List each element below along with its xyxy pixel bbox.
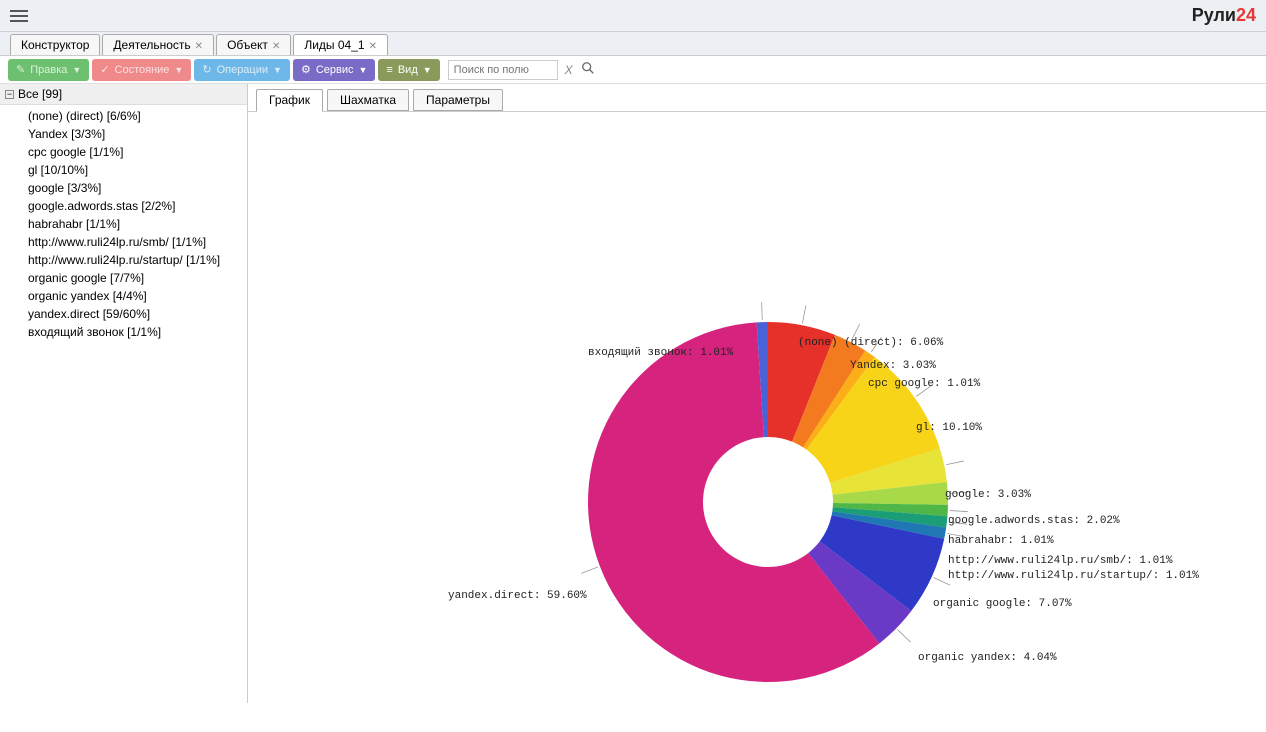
tree-item[interactable]: yandex.direct [59/60%] [28,305,247,323]
close-tab-icon[interactable]: ✕ [195,41,203,52]
chart-label: cpc google: 1.01% [868,378,980,390]
tree-item[interactable]: organic yandex [4/4%] [28,287,247,305]
tree-item[interactable]: google.adwords.stas [2/2%] [28,197,247,215]
service-button[interactable]: ⚙ Сервис ▼ [293,59,375,81]
chart-label: google: 3.03% [945,489,1031,501]
refresh-icon: ↻ [202,63,211,76]
tab-chart[interactable]: График [256,89,323,112]
tree-item[interactable]: http://www.ruli24lp.ru/startup/ [1/1%] [28,251,247,269]
chevron-down-icon: ▼ [174,65,183,75]
chart-label: входящий звонок: 1.01% [588,347,733,359]
gear-icon: ⚙ [301,63,311,76]
tab-0[interactable]: Конструктор [10,34,100,55]
tab-3[interactable]: Лиды 04_1✕ [293,34,388,55]
edit-button[interactable]: ✎ Правка ▼ [8,59,89,81]
operations-button[interactable]: ↻ Операции ▼ [194,59,290,81]
chart-label: organic google: 7.07% [933,598,1072,610]
tree-item[interactable]: http://www.ruli24lp.ru/smb/ [1/1%] [28,233,247,251]
clear-search-icon[interactable]: X [565,63,573,77]
tab-params[interactable]: Параметры [413,89,503,111]
tab-2[interactable]: Объект✕ [216,34,291,55]
tree-item[interactable]: habrahabr [1/1%] [28,215,247,233]
tree-item[interactable]: Yandex [3/3%] [28,125,247,143]
chart-label: Yandex: 3.03% [850,360,936,372]
chevron-down-icon: ▼ [273,65,282,75]
tree-item[interactable]: входящий звонок [1/1%] [28,323,247,341]
tree-item[interactable]: gl [10/10%] [28,161,247,179]
check-icon: ✓ [100,63,109,76]
chevron-down-icon: ▼ [72,65,81,75]
view-button[interactable]: ≡ Вид ▼ [378,59,439,81]
chart-label: organic yandex: 4.04% [918,652,1057,664]
chart-label: http://www.ruli24lp.ru/startup/: 1.01% [948,570,1199,582]
chart-label: yandex.direct: 59.60% [448,590,587,602]
tab-1[interactable]: Деятельность✕ [102,34,214,55]
tree-item[interactable]: cpc google [1/1%] [28,143,247,161]
state-button[interactable]: ✓ Состояние ▼ [92,59,191,81]
chart-label: gl: 10.10% [916,422,982,434]
chart-area: (none) (direct): 6.06% Yandex: 3.03% cpc g… [248,112,1266,703]
tree-root[interactable]: − Все [99] [0,84,247,105]
main-tabs: КонструкторДеятельность✕Объект✕Лиды 04_1… [0,32,1266,56]
toolbar: ✎ Правка ▼ ✓ Состояние ▼ ↻ Операции ▼ ⚙ … [0,56,1266,84]
edit-icon: ✎ [16,63,25,76]
search-input[interactable] [448,60,558,80]
tree-item[interactable]: organic google [7/7%] [28,269,247,287]
list-icon: ≡ [386,64,392,76]
brand-logo: Рули24 [1192,5,1256,26]
chevron-down-icon: ▼ [423,65,432,75]
close-tab-icon[interactable]: ✕ [272,41,280,52]
collapse-icon[interactable]: − [5,90,14,99]
tab-chess[interactable]: Шахматка [327,89,409,111]
search-icon[interactable] [581,61,595,78]
chart-label: http://www.ruli24lp.ru/smb/: 1.01% [948,555,1172,567]
chevron-down-icon: ▼ [359,65,368,75]
close-tab-icon[interactable]: ✕ [369,41,377,52]
menu-icon[interactable] [10,7,28,25]
chart-label: habrahabr: 1.01% [948,535,1054,547]
sub-tabs: График Шахматка Параметры [248,84,1266,112]
chart-label: (none) (direct): 6.06% [798,337,943,349]
tree-item[interactable]: google [3/3%] [28,179,247,197]
tree-item[interactable]: (none) (direct) [6/6%] [28,107,247,125]
sidebar-tree: − Все [99] (none) (direct) [6/6%]Yandex … [0,84,248,703]
chart-label: google.adwords.stas: 2.02% [948,515,1120,527]
